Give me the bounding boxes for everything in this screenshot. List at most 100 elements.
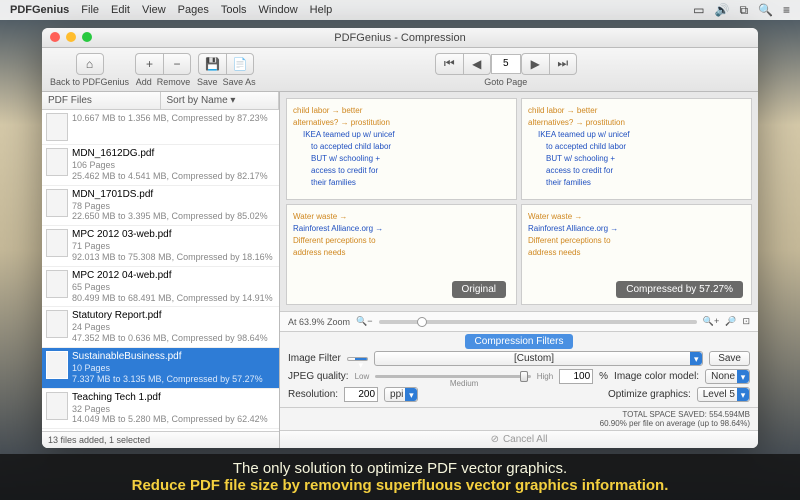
back-label: Back to PDFGenius bbox=[50, 77, 129, 87]
wifi-icon[interactable]: ⧉ bbox=[739, 3, 748, 18]
menu-help[interactable]: Help bbox=[310, 4, 333, 16]
zoom-fit-icon[interactable]: ⊡ bbox=[742, 316, 750, 327]
app-name: PDFGenius bbox=[10, 4, 69, 16]
resolution-label: Resolution: bbox=[288, 389, 338, 400]
file-pages: 71 Pages bbox=[72, 241, 275, 252]
cancel-bar[interactable]: ⊘ Cancel All bbox=[280, 430, 758, 448]
zoom-actual-icon[interactable]: 🔎 bbox=[725, 316, 736, 327]
file-name: Statutory Report.pdf bbox=[72, 310, 275, 322]
file-item[interactable]: 10.667 MB to 1.356 MB, Compressed by 87.… bbox=[42, 110, 279, 145]
optimize-label: Optimize graphics: bbox=[608, 389, 691, 400]
menu-tools[interactable]: Tools bbox=[221, 4, 247, 16]
preview-area: child labor → better alternatives? → pro… bbox=[280, 92, 758, 311]
optimize-select[interactable]: Level 5 bbox=[697, 387, 750, 402]
original-page-bottom: Water waste → Rainforest Alliance.org → … bbox=[286, 204, 517, 306]
resolution-unit-select[interactable]: ppi bbox=[384, 387, 418, 402]
volume-icon[interactable]: 🔊 bbox=[715, 3, 730, 17]
compressed-page-top: child labor → better alternatives? → pro… bbox=[521, 98, 752, 200]
compressed-badge: Compressed by 57.27% bbox=[616, 281, 743, 298]
filter-save-button[interactable]: Save bbox=[709, 351, 750, 366]
last-page-button[interactable]: ⏭ bbox=[549, 53, 577, 75]
file-status: 14.049 MB to 5.280 MB, Compressed by 62.… bbox=[72, 414, 275, 425]
file-thumb bbox=[46, 270, 68, 298]
file-list: 10.667 MB to 1.356 MB, Compressed by 87.… bbox=[42, 110, 279, 431]
compressed-page-bottom: Water waste → Rainforest Alliance.org → … bbox=[521, 204, 752, 306]
zoom-slider[interactable] bbox=[379, 320, 697, 324]
color-model-label: Image color model: bbox=[614, 371, 699, 382]
file-status: 10.667 MB to 1.356 MB, Compressed by 87.… bbox=[72, 113, 275, 124]
resolution-input[interactable] bbox=[344, 387, 378, 402]
original-page-top: child labor → better alternatives? → pro… bbox=[286, 98, 517, 200]
file-status: 80.499 MB to 68.491 MB, Compressed by 14… bbox=[72, 293, 275, 304]
jpeg-quality-input[interactable] bbox=[559, 369, 593, 384]
filters-panel: Compression Filters Image Filter [Custom… bbox=[280, 331, 758, 407]
zoom-in-icon[interactable]: 🔍+ bbox=[703, 316, 719, 327]
cancel-icon: ⊘ bbox=[491, 434, 499, 445]
maximize-button[interactable] bbox=[82, 32, 92, 42]
marketing-caption: The only solution to optimize PDF vector… bbox=[0, 454, 800, 500]
file-item[interactable]: Statutory Report.pdf 24 Pages 47.352 MB … bbox=[42, 307, 279, 348]
file-status: 25.462 MB to 4.541 MB, Compressed by 82.… bbox=[72, 171, 275, 182]
file-pages: 10 Pages bbox=[72, 363, 275, 374]
caption-line1: The only solution to optimize PDF vector… bbox=[10, 460, 790, 477]
color-model-select[interactable]: None bbox=[705, 369, 750, 384]
zoom-out-icon[interactable]: 🔍− bbox=[356, 316, 372, 327]
file-thumb bbox=[46, 229, 68, 257]
saveas-button[interactable]: 📄 bbox=[226, 53, 254, 75]
file-pages: 78 Pages bbox=[72, 201, 275, 212]
file-name: MPC 2012 04-web.pdf bbox=[72, 270, 275, 282]
jpeg-quality-slider[interactable]: Medium bbox=[375, 375, 530, 378]
file-item[interactable]: MPC 2012 03-web.pdf 71 Pages 92.013 MB t… bbox=[42, 226, 279, 267]
file-thumb bbox=[46, 392, 68, 420]
file-item[interactable]: MDN_1701DS.pdf 78 Pages 22.650 MB to 3.3… bbox=[42, 186, 279, 227]
file-thumb bbox=[46, 113, 68, 141]
menu-file[interactable]: File bbox=[81, 4, 99, 16]
menu-icon[interactable]: ≡ bbox=[783, 3, 790, 17]
file-name: MDN_1612DG.pdf bbox=[72, 148, 275, 160]
sidebar: PDF Files Sort by Name ▾ 10.667 MB to 1.… bbox=[42, 92, 280, 448]
image-filter-prev[interactable] bbox=[347, 357, 368, 361]
image-filter-label: Image Filter bbox=[288, 353, 341, 364]
remove-button[interactable]: − bbox=[163, 53, 191, 75]
zoom-bar: At 63.9% Zoom 🔍− 🔍+ 🔎 ⊡ bbox=[280, 311, 758, 331]
file-pages: 106 Pages bbox=[72, 160, 275, 171]
back-button[interactable]: ⌂ bbox=[76, 53, 104, 75]
menu-edit[interactable]: Edit bbox=[111, 4, 130, 16]
image-filter-select[interactable]: [Custom] bbox=[374, 351, 703, 366]
menu-pages[interactable]: Pages bbox=[178, 4, 209, 16]
gotopage-label: Goto Page bbox=[484, 77, 527, 87]
close-button[interactable] bbox=[50, 32, 60, 42]
total-saved: TOTAL SPACE SAVED: 554.594MB bbox=[288, 410, 750, 419]
file-item[interactable]: MPC 2012 04-web.pdf 65 Pages 80.499 MB t… bbox=[42, 267, 279, 308]
file-item[interactable]: SustainableBusiness.pdf 10 Pages 7.337 M… bbox=[42, 348, 279, 389]
file-item[interactable]: Teaching Tech 1.pdf 32 Pages 14.049 MB t… bbox=[42, 389, 279, 430]
tab-pdf-files[interactable]: PDF Files bbox=[42, 92, 161, 109]
stats-footer: TOTAL SPACE SAVED: 554.594MB 60.90% per … bbox=[280, 407, 758, 430]
page-number-input[interactable] bbox=[491, 54, 521, 74]
window-title: PDFGenius - Compression bbox=[334, 32, 465, 44]
next-page-button[interactable]: ▶ bbox=[521, 53, 549, 75]
menu-view[interactable]: View bbox=[142, 4, 166, 16]
airplay-icon[interactable]: ▭ bbox=[693, 3, 704, 17]
file-status: 22.650 MB to 3.395 MB, Compressed by 85.… bbox=[72, 211, 275, 222]
file-item[interactable]: MDN_1612DG.pdf 106 Pages 25.462 MB to 4.… bbox=[42, 145, 279, 186]
titlebar: PDFGenius - Compression bbox=[42, 28, 758, 48]
file-thumb bbox=[46, 189, 68, 217]
file-status: 92.013 MB to 75.308 MB, Compressed by 18… bbox=[72, 252, 275, 263]
file-name: MDN_1701DS.pdf bbox=[72, 189, 275, 201]
sort-dropdown[interactable]: Sort by Name ▾ bbox=[161, 92, 280, 109]
file-name: MPC 2012 03-web.pdf bbox=[72, 229, 275, 241]
minimize-button[interactable] bbox=[66, 32, 76, 42]
search-icon[interactable]: 🔍 bbox=[758, 3, 773, 17]
prev-page-button[interactable]: ◀ bbox=[463, 53, 491, 75]
avg-saved: 60.90% per file on average (up to 98.64%… bbox=[288, 419, 750, 428]
save-button[interactable]: 💾 bbox=[198, 53, 226, 75]
toolbar: ⌂ Back to PDFGenius + − Add Remove 💾 📄 S… bbox=[42, 48, 758, 92]
menu-window[interactable]: Window bbox=[259, 4, 298, 16]
zoom-label: At 63.9% Zoom bbox=[288, 317, 350, 327]
caption-line2: Reduce PDF file size by removing superfl… bbox=[10, 477, 790, 494]
add-button[interactable]: + bbox=[135, 53, 163, 75]
file-name: SustainableBusiness.pdf bbox=[72, 351, 275, 363]
first-page-button[interactable]: ⏮ bbox=[435, 53, 463, 75]
macos-menubar: PDFGenius File Edit View Pages Tools Win… bbox=[0, 0, 800, 20]
